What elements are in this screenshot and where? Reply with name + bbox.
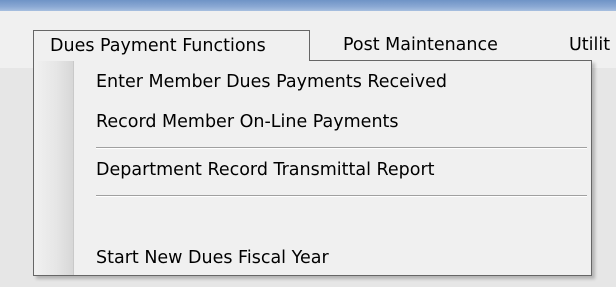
window-title-strip — [0, 0, 616, 11]
menu-separator — [96, 147, 587, 149]
menu-item-record-member-online-payments[interactable]: Record Member On-Line Payments — [96, 110, 399, 134]
menu-item-enter-member-dues-payments[interactable]: Enter Member Dues Payments Received — [96, 70, 447, 94]
dues-payment-functions-dropdown: Enter Member Dues Payments Received Reco… — [33, 60, 592, 276]
menu-item-department-record-transmittal-report[interactable]: Department Record Transmittal Report — [96, 158, 435, 182]
menu-post-maintenance[interactable]: Post Maintenance — [333, 31, 508, 59]
menu-item-start-new-dues-fiscal-year[interactable]: Start New Dues Fiscal Year — [96, 246, 329, 270]
menu-dues-payment-functions[interactable]: Dues Payment Functions — [33, 30, 310, 61]
dropdown-icon-gutter — [34, 61, 74, 275]
menu-item-blank[interactable] — [96, 207, 576, 231]
menu-utilities[interactable]: Utilit — [561, 31, 616, 59]
menu-separator — [96, 195, 587, 197]
